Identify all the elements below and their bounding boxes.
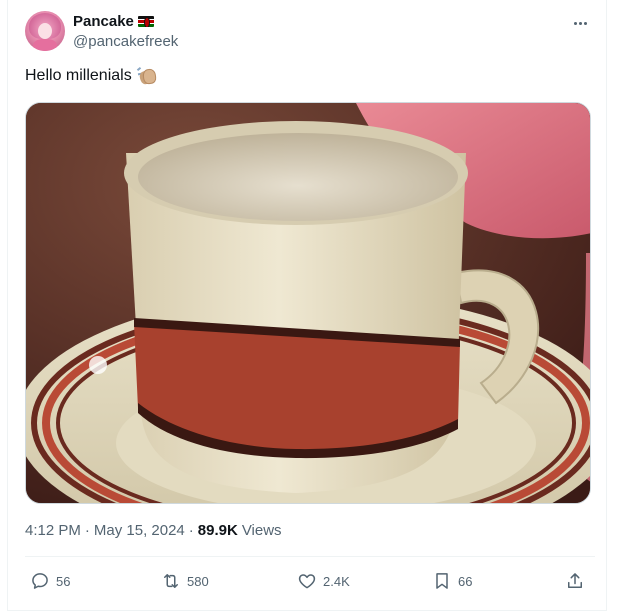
share-icon — [568, 573, 582, 588]
clapping-hands-icon — [136, 66, 157, 86]
like-button[interactable]: 2.4K — [297, 566, 350, 596]
more-options-icon[interactable] — [565, 13, 595, 33]
tweet-text: Hello millenials — [25, 66, 157, 86]
avatar-face — [38, 23, 52, 39]
tweet-meta: 4:12 PM · May 15, 2024 · 89.9K Views — [25, 522, 282, 539]
tweet-date[interactable]: May 15, 2024 — [94, 522, 185, 539]
author-name-line: Pancake — [73, 11, 154, 31]
tweet-actions: 56 580 2.4K 66 — [25, 566, 595, 596]
retweet-count: 580 — [187, 573, 209, 589]
kenya-flag-icon — [137, 15, 154, 27]
tweet-text-content: Hello millenials — [25, 67, 132, 84]
author-display-name[interactable]: Pancake — [73, 13, 134, 30]
bookmark-count: 66 — [458, 573, 473, 589]
like-count: 2.4K — [323, 573, 350, 589]
tweet-media-photo[interactable] — [25, 102, 591, 504]
meta-separator: · — [188, 522, 194, 539]
meta-separator: · — [84, 522, 90, 539]
heart-icon — [298, 574, 316, 589]
bookmark-button[interactable]: 66 — [432, 566, 472, 596]
author-handle[interactable]: @pancakefreek — [73, 33, 178, 50]
retweet-button[interactable]: 580 — [161, 566, 209, 596]
reply-count: 56 — [56, 573, 71, 589]
views-count: 89.9K — [197, 522, 238, 539]
teacup-on-saucer-photo — [26, 103, 590, 503]
divider — [25, 556, 595, 557]
retweet-icon — [164, 574, 178, 588]
tweet-time[interactable]: 4:12 PM — [25, 522, 81, 539]
bookmark-icon — [436, 573, 448, 589]
avatar-body — [33, 39, 57, 51]
avatar[interactable] — [25, 11, 65, 51]
reply-button[interactable]: 56 — [30, 566, 70, 596]
tweet-header: Pancake @pancakefreek — [25, 11, 595, 53]
reply-icon — [32, 573, 48, 589]
share-button[interactable] — [565, 566, 591, 596]
views-label: Views — [241, 522, 282, 539]
